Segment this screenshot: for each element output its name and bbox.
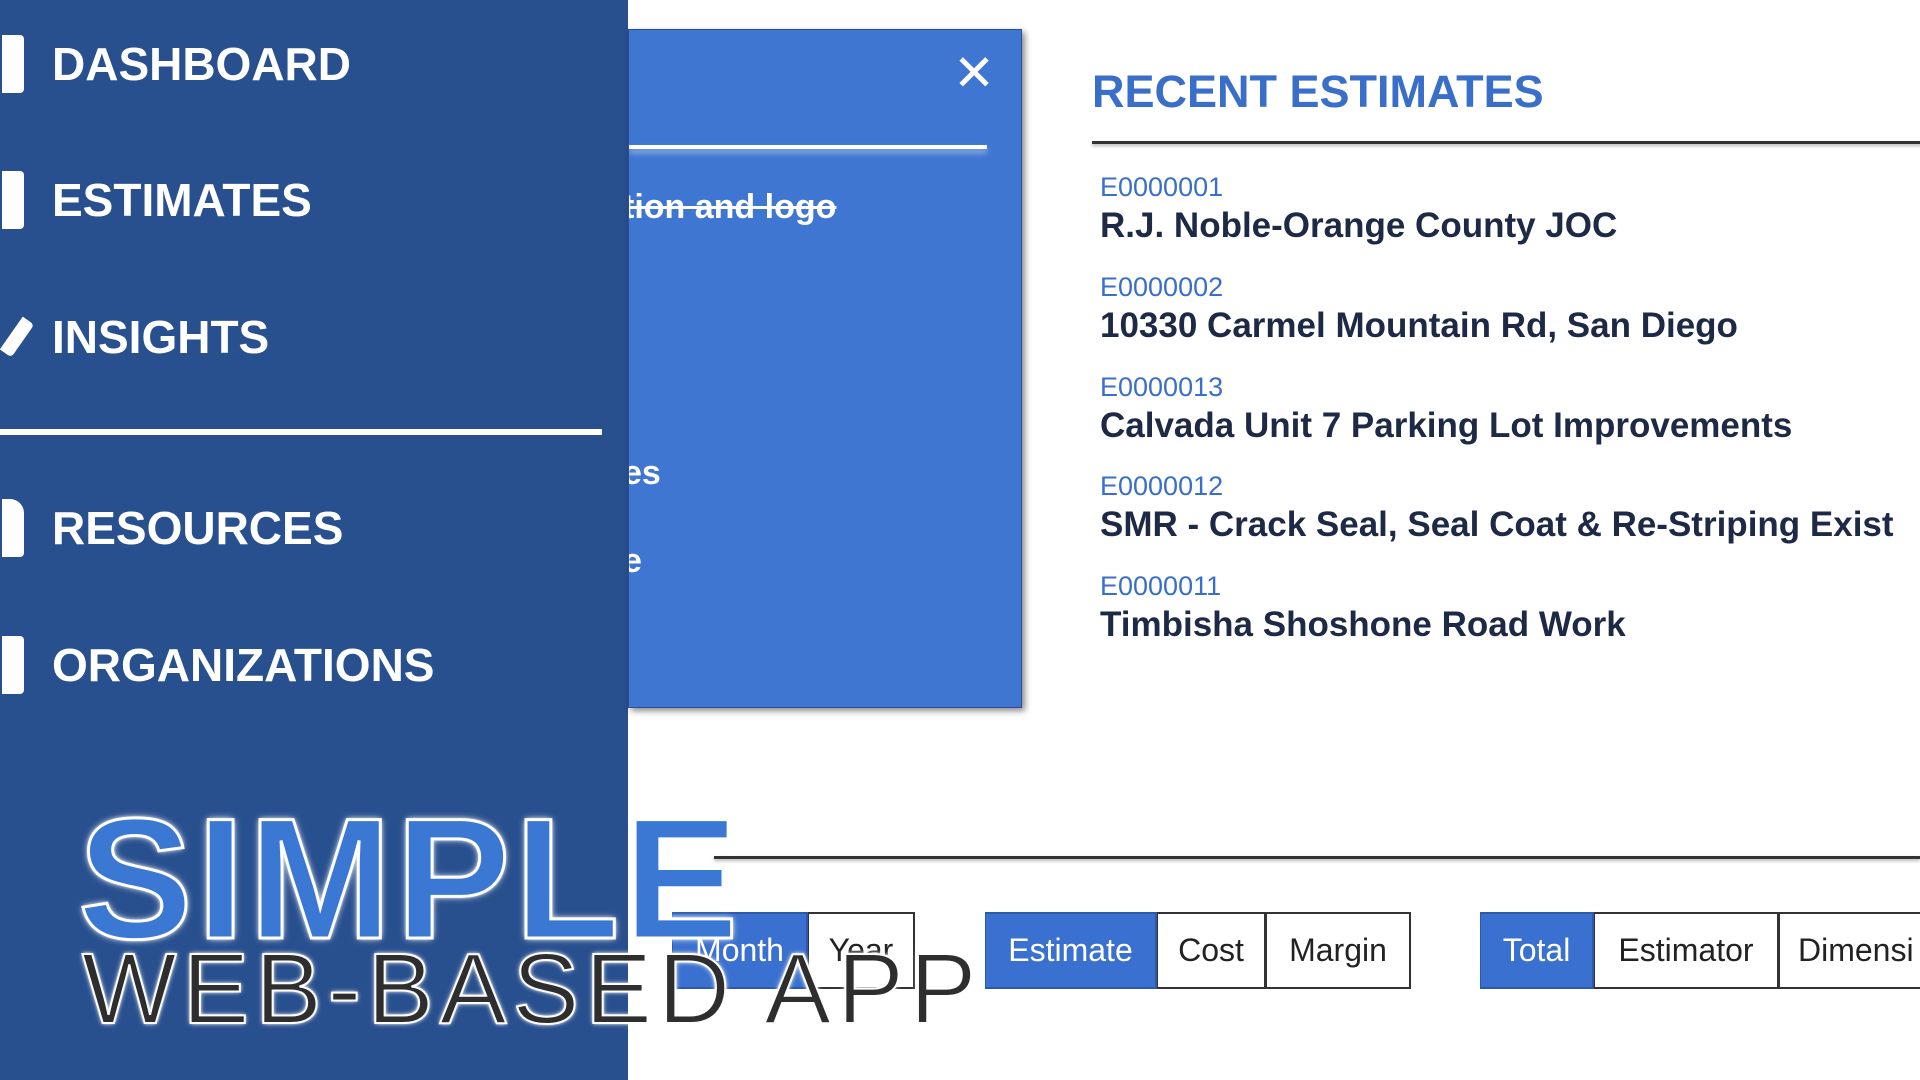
cost-button[interactable]: Cost [1157, 912, 1266, 989]
sidebar-item-estimates[interactable]: ESTIMATES [0, 170, 312, 230]
person-icon [0, 498, 24, 558]
dashboard-icon [0, 34, 24, 94]
sidebar-item-label: INSIGHTS [52, 311, 270, 363]
sidebar-item-organizations[interactable]: ORGANIZATIONS [0, 635, 434, 695]
sidebar-divider [0, 429, 602, 435]
estimate-id: E0000013 [1100, 372, 1224, 402]
section-divider [714, 856, 1920, 859]
modal-item[interactable]: e [629, 542, 642, 581]
sidebar-item-dashboard[interactable]: DASHBOARD [0, 34, 351, 94]
recent-estimates-title: RECENT ESTIMATES [1092, 66, 1544, 117]
title-underline [1092, 141, 1920, 144]
sidebar-item-label: DASHBOARD [52, 38, 351, 90]
sidebar-item-label: RESOURCES [52, 502, 344, 554]
estimate-item[interactable]: E0000011 Timbisha Shoshone Road Work [1100, 571, 1626, 645]
estimate-button[interactable]: Estimate [985, 912, 1157, 989]
margin-button[interactable]: Margin [1266, 912, 1411, 989]
measure-toggle: Estimate Cost Margin [985, 912, 1411, 989]
estimate-item[interactable]: E0000001 R.J. Noble-Orange County JOC [1100, 172, 1617, 246]
modal-divider [629, 145, 987, 149]
group-toggle: Total Estimator Dimensi [1480, 912, 1920, 989]
insights-icon [0, 307, 35, 367]
estimate-name: SMR - Crack Seal, Seal Coat & Re-Stripin… [1100, 505, 1894, 544]
estimate-id: E0000001 [1100, 172, 1224, 202]
estimator-button[interactable]: Estimator [1594, 912, 1779, 989]
estimates-icon [0, 170, 24, 230]
estimate-name: Calvada Unit 7 Parking Lot Improvements [1100, 406, 1793, 445]
close-icon[interactable]: ✕ [953, 48, 995, 98]
modal-item[interactable]: es [629, 454, 661, 493]
sidebar-item-label: ESTIMATES [52, 174, 312, 226]
sidebar-item-resources[interactable]: RESOURCES [0, 498, 343, 558]
estimate-id: E0000012 [1100, 471, 1224, 501]
estimate-item[interactable]: E0000002 10330 Carmel Mountain Rd, San Di… [1100, 272, 1738, 346]
total-button[interactable]: Total [1480, 912, 1594, 989]
settings-modal: ✕ tion and logo es e [628, 29, 1022, 708]
estimate-item[interactable]: E0000013 Calvada Unit 7 Parking Lot Impro… [1100, 372, 1792, 446]
estimate-name: Timbisha Shoshone Road Work [1100, 605, 1626, 644]
sidebar-item-label: ORGANIZATIONS [52, 639, 435, 691]
modal-item[interactable]: tion and logo [629, 188, 836, 227]
overlay-subtitle: WEB-BASED APP [81, 932, 983, 1046]
dimension-button[interactable]: Dimensi [1779, 912, 1920, 989]
estimate-id: E0000011 [1100, 571, 1222, 601]
building-icon [0, 635, 24, 695]
sidebar-item-insights[interactable]: INSIGHTS [0, 307, 269, 367]
estimate-name: R.J. Noble-Orange County JOC [1100, 206, 1618, 245]
estimate-item[interactable]: E0000012 SMR - Crack Seal, Seal Coat & Re… [1100, 471, 1894, 545]
estimate-id: E0000002 [1100, 272, 1224, 302]
estimate-name: 10330 Carmel Mountain Rd, San Diego [1100, 306, 1738, 345]
